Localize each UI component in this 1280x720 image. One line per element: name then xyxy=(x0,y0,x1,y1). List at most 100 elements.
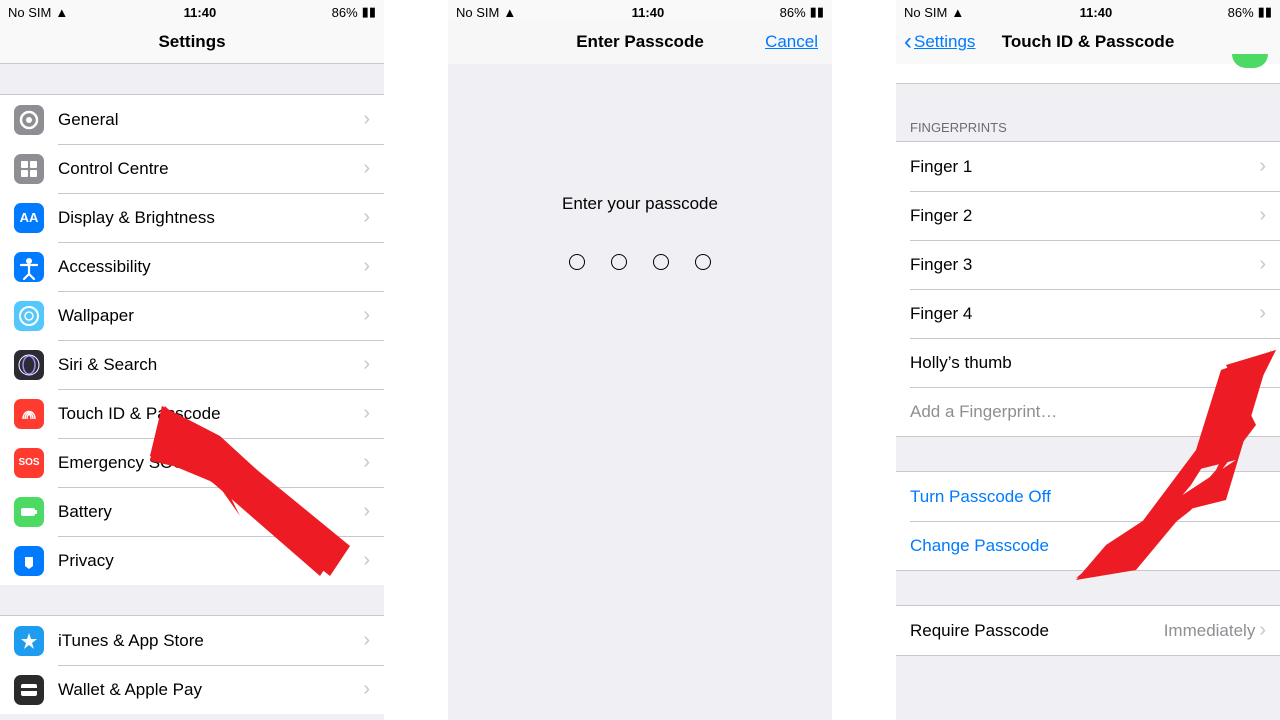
fingerprint-row[interactable]: Holly’s thumb› xyxy=(896,338,1280,387)
battery-text: 86% xyxy=(1228,5,1254,20)
status-time: 11:40 xyxy=(632,5,665,20)
battery-text: 86% xyxy=(332,5,358,20)
privacy-icon xyxy=(14,546,44,576)
settings-row-wallet-apple-pay[interactable]: Wallet & Apple Pay› xyxy=(0,665,384,714)
settings-row-control-centre[interactable]: Control Centre› xyxy=(0,144,384,193)
chevron-right-icon: › xyxy=(363,451,370,474)
settings-row-siri-search[interactable]: Siri & Search› xyxy=(0,340,384,389)
settings-row-accessibility[interactable]: Accessibility› xyxy=(0,242,384,291)
chevron-right-icon: › xyxy=(363,108,370,131)
emergency-sos-icon: SOS xyxy=(14,448,44,478)
fingerprint-label: Finger 4 xyxy=(910,304,1259,324)
settings-row-privacy[interactable]: Privacy› xyxy=(0,536,384,585)
nav-bar: ‹ Settings Touch ID & Passcode xyxy=(896,20,1280,64)
itunes-app-store-icon xyxy=(14,626,44,656)
chevron-right-icon: › xyxy=(363,157,370,180)
chevron-right-icon: › xyxy=(1259,253,1266,276)
row-label: Accessibility xyxy=(58,257,363,277)
chevron-right-icon: › xyxy=(363,353,370,376)
settings-row-display-brightness[interactable]: AADisplay & Brightness› xyxy=(0,193,384,242)
siri-search-icon xyxy=(14,350,44,380)
settings-row-emergency-sos[interactable]: SOS Emergency SOS› xyxy=(0,438,384,487)
wifi-icon: ▲ xyxy=(951,5,964,20)
battery-icon: ▮▮ xyxy=(1258,4,1272,20)
status-bar: No SIM▲ 11:40 86%▮▮ xyxy=(448,0,832,20)
passcode-dots[interactable] xyxy=(448,254,832,270)
settings-row-battery[interactable]: Battery› xyxy=(0,487,384,536)
display-brightness-icon: AA xyxy=(14,203,44,233)
section-header-fingerprints: Fingerprints xyxy=(896,114,1280,141)
passcode-dot xyxy=(569,254,585,270)
chevron-right-icon: › xyxy=(363,402,370,425)
add-fingerprint-button[interactable]: Add a Fingerprint… xyxy=(896,387,1280,436)
carrier-text: No SIM xyxy=(904,5,947,20)
nav-bar: Settings xyxy=(0,20,384,64)
fingerprint-label: Finger 2 xyxy=(910,206,1259,226)
passcode-dot xyxy=(653,254,669,270)
status-time: 11:40 xyxy=(1080,5,1113,20)
toggle-switch[interactable] xyxy=(1232,54,1268,68)
row-label: Siri & Search xyxy=(58,355,363,375)
chevron-right-icon: › xyxy=(363,206,370,229)
settings-row-wallpaper[interactable]: Wallpaper› xyxy=(0,291,384,340)
fingerprint-label: Finger 1 xyxy=(910,157,1259,177)
status-bar: No SIM ▲ 11:40 86% ▮▮ xyxy=(896,0,1280,20)
chevron-right-icon: › xyxy=(1259,155,1266,178)
passcode-prompt: Enter your passcode xyxy=(448,194,832,214)
back-button[interactable]: ‹ Settings xyxy=(904,30,975,54)
control-centre-icon xyxy=(14,154,44,184)
back-label: Settings xyxy=(914,32,975,52)
row-label: iTunes & App Store xyxy=(58,631,363,651)
general-icon xyxy=(14,105,44,135)
chevron-right-icon: › xyxy=(1259,351,1266,374)
page-title: Settings xyxy=(158,32,225,52)
chevron-right-icon: › xyxy=(1259,204,1266,227)
carrier-text: No SIM xyxy=(8,5,51,20)
row-label: Touch ID & Passcode xyxy=(58,404,363,424)
fingerprint-label: Finger 3 xyxy=(910,255,1259,275)
row-label: Emergency SOS xyxy=(58,453,363,473)
fingerprint-row[interactable]: Finger 1› xyxy=(896,142,1280,191)
change-passcode-button[interactable]: Change Passcode xyxy=(896,521,1280,570)
accessibility-icon xyxy=(14,252,44,282)
fingerprint-label: Holly’s thumb xyxy=(910,353,1259,373)
status-bar: No SIM▲ 11:40 86%▮▮ xyxy=(0,0,384,20)
fingerprint-row[interactable]: Finger 3› xyxy=(896,240,1280,289)
page-title: Touch ID & Passcode xyxy=(1002,32,1175,52)
row-label: Wallpaper xyxy=(58,306,363,326)
chevron-right-icon: › xyxy=(363,549,370,572)
chevron-right-icon: › xyxy=(363,629,370,652)
settings-list-screen: No SIM▲ 11:40 86%▮▮ Settings General›Con… xyxy=(0,0,384,720)
cancel-button[interactable]: Cancel xyxy=(765,32,818,52)
chevron-right-icon: › xyxy=(363,500,370,523)
row-label: Wallet & Apple Pay xyxy=(58,680,363,700)
require-passcode-label: Require Passcode xyxy=(910,621,1164,641)
require-passcode-value: Immediately xyxy=(1164,621,1256,641)
require-passcode-row[interactable]: Require Passcode Immediately › xyxy=(896,606,1280,655)
chevron-right-icon: › xyxy=(363,255,370,278)
touchid-passcode-screen: No SIM ▲ 11:40 86% ▮▮ ‹ Settings Touch ID … xyxy=(896,0,1280,720)
touch-id-passcode-icon xyxy=(14,399,44,429)
fingerprint-row[interactable]: Finger 2› xyxy=(896,191,1280,240)
battery-icon: ▮▮ xyxy=(810,4,824,20)
chevron-left-icon: ‹ xyxy=(904,30,912,54)
chevron-right-icon: › xyxy=(363,304,370,327)
wifi-icon: ▲ xyxy=(503,5,516,20)
row-label: Privacy xyxy=(58,551,363,571)
nav-bar: Enter Passcode Cancel xyxy=(448,20,832,64)
battery-icon xyxy=(14,497,44,527)
chevron-right-icon: › xyxy=(1259,302,1266,325)
fingerprint-row[interactable]: Finger 4› xyxy=(896,289,1280,338)
settings-row-general[interactable]: General› xyxy=(0,95,384,144)
page-title: Enter Passcode xyxy=(576,32,704,52)
settings-row-itunes-app-store[interactable]: iTunes & App Store› xyxy=(0,616,384,665)
add-fingerprint-label: Add a Fingerprint… xyxy=(910,402,1266,422)
row-label: Battery xyxy=(58,502,363,522)
chevron-right-icon: › xyxy=(363,678,370,701)
turn-passcode-off-button[interactable]: Turn Passcode Off xyxy=(896,472,1280,521)
passcode-dot xyxy=(611,254,627,270)
status-time: 11:40 xyxy=(184,5,217,20)
settings-row-touch-id-passcode[interactable]: Touch ID & Passcode› xyxy=(0,389,384,438)
carrier-text: No SIM xyxy=(456,5,499,20)
chevron-right-icon: › xyxy=(1259,619,1266,642)
